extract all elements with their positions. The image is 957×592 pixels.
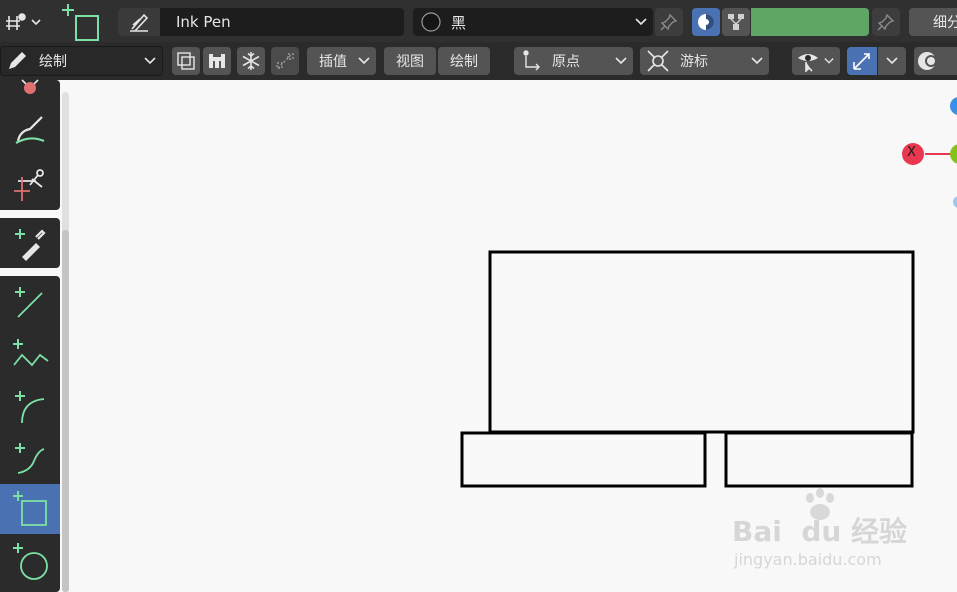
curve-tool-icon — [15, 443, 45, 474]
eyedropper-tool-icon — [15, 229, 46, 261]
circle-tool-icon — [13, 543, 48, 580]
tint-tool-icon — [15, 116, 45, 144]
erase-tool-icon — [21, 79, 39, 94]
polyline-tool-button[interactable] — [0, 328, 60, 378]
circle-tool-button[interactable] — [0, 536, 60, 586]
polyline-tool-icon — [13, 339, 49, 367]
eyedropper-tool-button[interactable] — [0, 218, 60, 268]
tool-shelf — [0, 79, 62, 592]
toolbar-scrollbar[interactable] — [62, 230, 69, 592]
stroke-large-rectangle — [488, 250, 915, 434]
tint-tool-button[interactable] — [0, 106, 60, 156]
box-tool-button[interactable] — [0, 484, 60, 534]
arc-tool-button[interactable] — [0, 380, 60, 430]
gizmo-neg-z-axis — [953, 196, 957, 208]
line-tool-icon — [15, 287, 43, 318]
stroke-right-rectangle — [724, 431, 914, 488]
cutter-tool-button[interactable] — [0, 160, 60, 210]
watermark-url: jingyan.baidu.com — [734, 550, 882, 569]
curve-tool-button[interactable] — [0, 432, 60, 482]
tool-group-sample — [0, 218, 60, 268]
drawn-strokes — [460, 250, 915, 488]
gizmo-z-axis — [950, 97, 957, 115]
stroke-left-rectangle — [460, 431, 707, 488]
box-tool-icon — [13, 491, 47, 526]
line-tool-button[interactable] — [0, 276, 60, 326]
gizmo-y-axis — [950, 144, 957, 164]
arc-tool-icon — [15, 391, 45, 423]
baidu-watermark: Bai du 经验 jingyan.baidu.com — [732, 488, 912, 578]
tool-group-primitives — [0, 276, 60, 592]
tool-group-edit — [0, 79, 60, 210]
erase-tool-button[interactable] — [0, 72, 60, 104]
cutter-tool-icon — [14, 169, 44, 201]
gizmo-x-label: X — [907, 145, 916, 160]
watermark-logo-text: Bai du 经验 — [732, 515, 908, 548]
